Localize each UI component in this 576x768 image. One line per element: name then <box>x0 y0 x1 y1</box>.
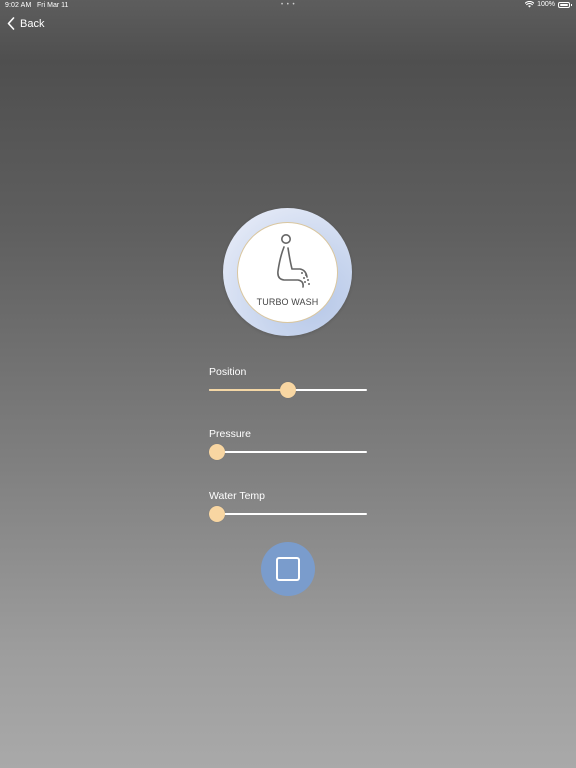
turbo-wash-button[interactable]: TURBO WASH <box>237 222 338 323</box>
slider-track <box>209 451 367 453</box>
position-slider[interactable] <box>209 381 367 399</box>
battery-percentage: 100% <box>537 1 555 8</box>
seated-person-spray-icon <box>266 231 314 293</box>
slider-thumb[interactable] <box>209 444 225 460</box>
position-label: Position <box>209 366 247 378</box>
stop-icon <box>276 557 300 581</box>
status-indicators: 100% <box>525 1 572 8</box>
chevron-left-icon <box>7 17 15 30</box>
slider-thumb[interactable] <box>280 382 296 398</box>
pressure-label: Pressure <box>209 428 252 440</box>
position-slider-group: Position <box>209 366 367 399</box>
water-temp-label: Water Temp <box>209 490 266 502</box>
water-temp-slider-group: Water Temp <box>209 490 367 523</box>
status-time: 9:02 AM <box>5 2 32 9</box>
water-temp-slider[interactable] <box>209 505 367 523</box>
wifi-icon <box>525 1 535 8</box>
status-date: Fri Mar 11 <box>37 2 69 9</box>
battery-icon <box>558 1 572 8</box>
status-bar: 9:02 AM Fri Mar 11 • • • 100% <box>0 0 576 12</box>
pressure-slider[interactable] <box>209 443 367 461</box>
slider-track <box>209 513 367 515</box>
multitasking-dots: • • • <box>281 2 296 8</box>
pressure-slider-group: Pressure <box>209 428 367 461</box>
back-label: Back <box>20 17 45 30</box>
back-button[interactable]: Back <box>7 17 44 30</box>
stop-button[interactable] <box>261 542 315 596</box>
mode-label: TURBO WASH <box>256 297 319 307</box>
slider-fill <box>209 389 288 391</box>
slider-thumb[interactable] <box>209 506 225 522</box>
